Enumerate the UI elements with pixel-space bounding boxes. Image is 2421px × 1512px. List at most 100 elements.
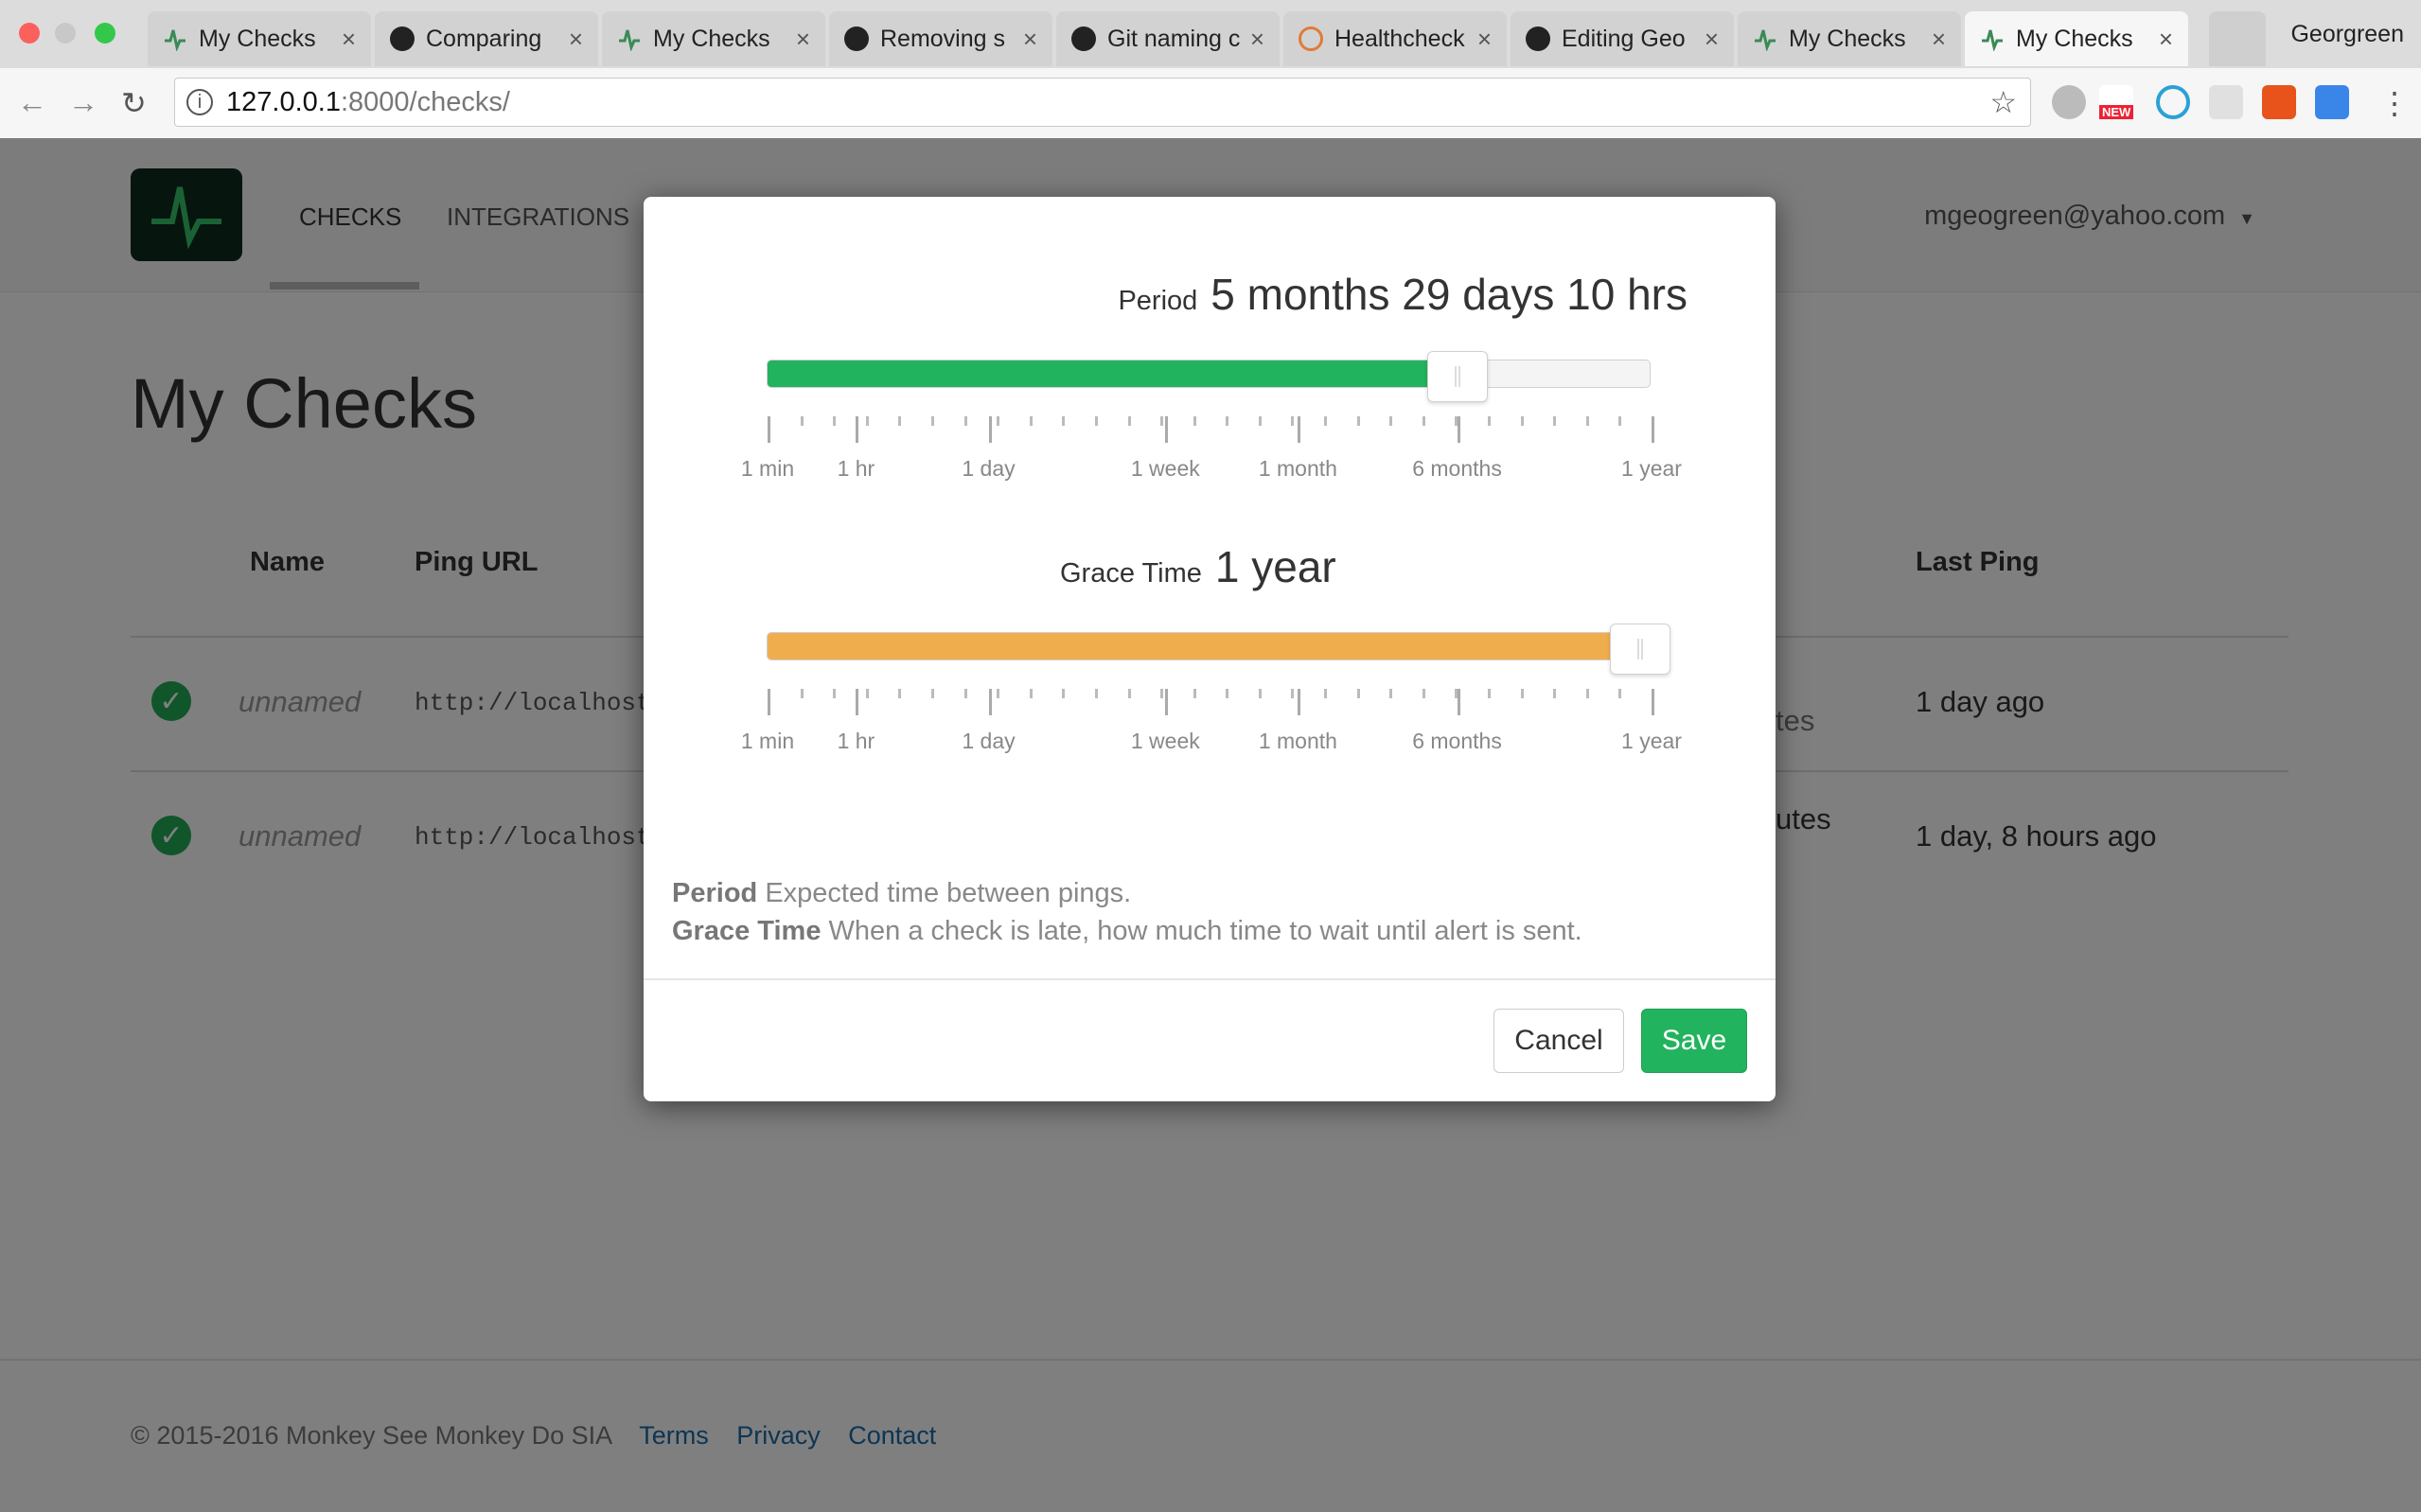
browser-tab[interactable]: My Checks ×: [602, 11, 825, 66]
grace-value: 1 year: [1214, 542, 1336, 591]
scale-major-tick: [988, 689, 992, 715]
scale-label: 6 months: [1412, 456, 1502, 481]
browser-tab-title: My Checks: [653, 25, 770, 52]
scale-major-tick: [1652, 416, 1654, 443]
extension-sitemap-icon[interactable]: [2209, 85, 2243, 119]
forward-icon[interactable]: →: [68, 85, 98, 120]
scale-major-tick: [988, 416, 992, 443]
window-zoom-button[interactable]: [95, 23, 115, 44]
scale-major-tick: [1165, 416, 1169, 443]
address-bar[interactable]: i 127.0.0.1 :8000/checks/ ☆: [174, 78, 2031, 127]
extension-compass-icon[interactable]: [2156, 85, 2190, 119]
browser-tab[interactable]: My Checks ×: [1965, 11, 2188, 66]
scale-label: 1 day: [962, 456, 1016, 481]
scale-minor-tick: [1094, 689, 1098, 698]
save-button[interactable]: Save: [1641, 1009, 1747, 1073]
scale-minor-tick: [1422, 416, 1425, 426]
scale-minor-tick: [1258, 416, 1262, 426]
scale-minor-tick: [1585, 416, 1589, 426]
browser-tab[interactable]: Editing Geo ×: [1511, 11, 1734, 66]
scale-label: 1 year: [1621, 456, 1682, 481]
scale-label: 6 months: [1412, 729, 1502, 753]
close-tab-icon[interactable]: ×: [796, 25, 810, 54]
scale-major-tick: [1298, 689, 1301, 715]
grace-scale: 1 min 1 hr 1 day 1 week 1 month 6 months 1 yea…: [644, 679, 1776, 755]
scale-major-tick: [1652, 689, 1654, 715]
browser-tab[interactable]: Removing s ×: [829, 11, 1052, 66]
window-minimize-button[interactable]: [55, 23, 76, 44]
browser-tab-title: Editing Geo: [1562, 25, 1686, 52]
close-tab-icon[interactable]: ×: [1250, 25, 1264, 54]
healthchecks-icon: [163, 26, 187, 51]
scale-major-tick: [1298, 416, 1301, 443]
scale-minor-tick: [1356, 689, 1360, 698]
period-slider-handle[interactable]: [1426, 351, 1488, 402]
help-grace-text: When a check is late, how much time to w…: [828, 916, 1582, 946]
scale-minor-tick: [1094, 416, 1098, 426]
scale-label: 1 week: [1130, 729, 1200, 753]
scale-minor-tick: [800, 689, 804, 698]
help-period-term: Period: [672, 878, 758, 908]
scale-minor-tick: [930, 416, 934, 426]
period-value: 5 months 29 days 10 hrs: [1210, 270, 1688, 319]
close-tab-icon[interactable]: ×: [2159, 25, 2173, 54]
grace-slider-handle[interactable]: [1610, 624, 1670, 675]
scale-minor-tick: [1520, 416, 1524, 426]
browser-tab[interactable]: My Checks ×: [148, 11, 371, 66]
scale-minor-tick: [930, 689, 934, 698]
scale-minor-tick: [898, 689, 902, 698]
scale-minor-tick: [1029, 689, 1033, 698]
cancel-button[interactable]: Cancel: [1493, 1009, 1624, 1073]
scale-minor-tick: [1618, 416, 1622, 426]
scale-minor-tick: [1618, 689, 1622, 698]
scale-minor-tick: [1389, 416, 1393, 426]
scale-major-tick: [1165, 689, 1169, 715]
browser-menu-icon[interactable]: ⋮: [2379, 85, 2410, 121]
scale-minor-tick: [963, 416, 967, 426]
browser-tab[interactable]: Healthcheck ×: [1283, 11, 1507, 66]
period-label: Period: [1118, 286, 1198, 316]
info-icon[interactable]: i: [186, 89, 213, 115]
close-tab-icon[interactable]: ×: [1932, 25, 1946, 54]
close-tab-icon[interactable]: ×: [569, 25, 583, 54]
close-tab-icon[interactable]: ×: [1023, 25, 1037, 54]
scale-minor-tick: [1291, 416, 1295, 426]
period-slider[interactable]: [767, 351, 1651, 402]
grace-label: Grace Time: [1060, 558, 1202, 589]
extension-new-badge: NEW: [2099, 105, 2134, 119]
github-icon: [390, 26, 415, 51]
url-path: :8000/checks/: [340, 86, 510, 117]
browser-tab[interactable]: Git naming c ×: [1056, 11, 1280, 66]
browser-tab[interactable]: Comparing ×: [375, 11, 598, 66]
help-text: Period Expected time between pings. Grac…: [672, 874, 1582, 950]
healthchecks-icon: [1980, 26, 2005, 51]
period-slider-fill: [768, 360, 1448, 387]
reload-icon[interactable]: ↻: [121, 85, 147, 121]
healthchecks-icon: [1753, 26, 1777, 51]
scale-minor-tick: [865, 689, 869, 698]
browser-profile-name[interactable]: Georgreen: [2290, 21, 2404, 48]
scale-minor-tick: [1553, 689, 1557, 698]
back-icon[interactable]: ←: [17, 85, 47, 120]
grace-slider[interactable]: [767, 624, 1670, 675]
scale-minor-tick: [1488, 416, 1492, 426]
extension-translate-icon[interactable]: [2315, 85, 2349, 119]
new-tab-button[interactable]: [2209, 11, 2266, 66]
scale-minor-tick: [833, 689, 837, 698]
scale-minor-tick: [1258, 689, 1262, 698]
bookmark-star-icon[interactable]: ☆: [1989, 84, 2017, 120]
close-tab-icon[interactable]: ×: [1477, 25, 1492, 54]
close-tab-icon[interactable]: ×: [342, 25, 356, 54]
extension-m-icon[interactable]: [2052, 85, 2086, 119]
orange-gear-icon: [1299, 26, 1323, 51]
extension-new-icon[interactable]: NEW: [2099, 85, 2134, 119]
close-tab-icon[interactable]: ×: [1705, 25, 1719, 54]
scale-minor-tick: [1422, 689, 1425, 698]
browser-tab[interactable]: My Checks ×: [1738, 11, 1961, 66]
browser-tab-title: Git naming c: [1107, 25, 1241, 52]
scale-minor-tick: [1029, 416, 1033, 426]
extension-office-icon[interactable]: [2262, 85, 2296, 119]
scale-minor-tick: [1226, 416, 1229, 426]
scale-major-tick: [768, 689, 770, 715]
window-close-button[interactable]: [19, 23, 40, 44]
